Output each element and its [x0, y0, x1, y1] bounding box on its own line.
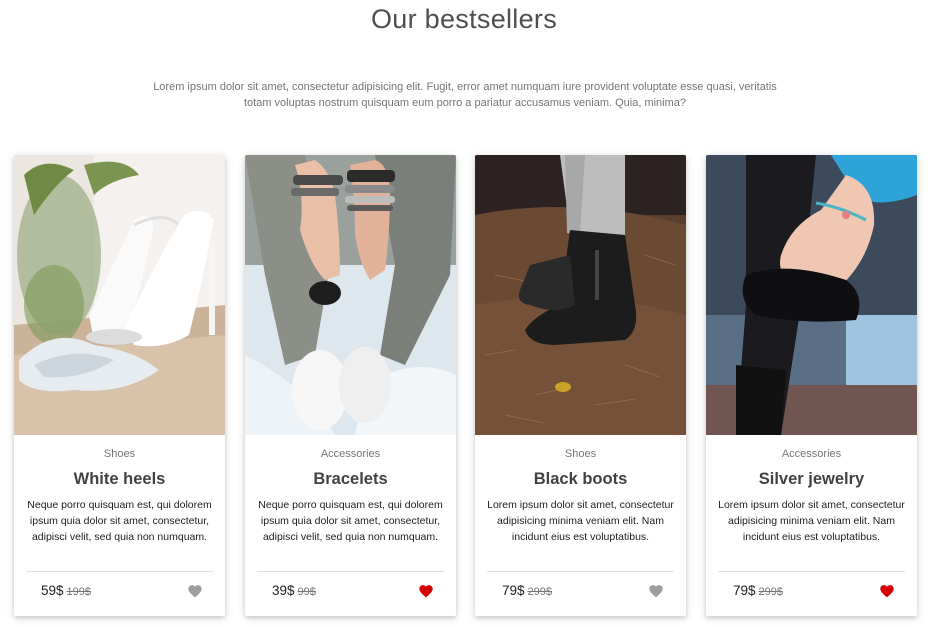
current-price: 39$ — [272, 583, 295, 598]
card-body: Shoes Black boots Lorem ipsum dolor sit … — [475, 435, 686, 616]
price: 79$ 299$ — [733, 583, 783, 598]
current-price: 79$ — [502, 583, 525, 598]
card-footer: 59$ 199$ — [26, 571, 213, 611]
product-description: Neque porro quisquam est, qui dolorem ip… — [258, 499, 443, 543]
product-category: Shoes — [103, 448, 136, 460]
section-lead: Lorem ipsum dolor sit amet, consectetur … — [153, 81, 777, 109]
price: 79$ 299$ — [502, 583, 552, 598]
product-card[interactable]: Shoes Black boots Lorem ipsum dolor sit … — [475, 155, 686, 616]
old-price: 199$ — [66, 586, 92, 598]
card-body: Shoes White heels Neque porro quisquam e… — [14, 435, 225, 616]
product-title[interactable]: White heels — [14, 470, 225, 489]
product-description: Lorem ipsum dolor sit amet, consectetur … — [487, 499, 674, 543]
old-price: 299$ — [758, 586, 784, 598]
product-title[interactable]: Bracelets — [245, 470, 456, 489]
heart-icon[interactable] — [648, 583, 664, 598]
product-cards: Shoes White heels Neque porro quisquam e… — [14, 155, 918, 617]
current-price: 59$ — [41, 583, 64, 598]
product-image-bracelets[interactable] — [245, 155, 456, 435]
product-category: Accessories — [320, 448, 381, 460]
product-image-black-boots[interactable] — [475, 155, 686, 435]
product-description: Lorem ipsum dolor sit amet, consectetur … — [718, 499, 905, 543]
heart-icon[interactable] — [418, 583, 434, 598]
current-price: 79$ — [733, 583, 756, 598]
old-price: 99$ — [297, 586, 316, 598]
product-title[interactable]: Silver jewelry — [706, 470, 917, 489]
price: 39$ 99$ — [272, 583, 316, 598]
section-title: Our bestsellers — [370, 4, 558, 34]
product-card[interactable]: Accessories Bracelets Neque porro quisqu… — [245, 155, 456, 616]
product-title[interactable]: Black boots — [475, 470, 686, 489]
old-price: 299$ — [527, 586, 553, 598]
product-card[interactable]: Accessories Silver jewelry Lorem ipsum d… — [706, 155, 917, 616]
card-body: Accessories Bracelets Neque porro quisqu… — [245, 435, 456, 616]
heart-icon[interactable] — [879, 583, 895, 598]
card-footer: 79$ 299$ — [718, 571, 905, 611]
product-card[interactable]: Shoes White heels Neque porro quisquam e… — [14, 155, 225, 616]
product-image-silver-jewelry[interactable] — [706, 155, 917, 435]
card-footer: 79$ 299$ — [487, 571, 674, 611]
heart-icon[interactable] — [187, 583, 203, 598]
card-footer: 39$ 99$ — [257, 571, 444, 611]
price: 59$ 199$ — [41, 583, 91, 598]
product-category: Shoes — [564, 448, 597, 460]
product-description: Neque porro quisquam est, qui dolorem ip… — [27, 499, 212, 543]
card-body: Accessories Silver jewelry Lorem ipsum d… — [706, 435, 917, 616]
product-image-white-heels[interactable] — [14, 155, 225, 435]
product-category: Accessories — [781, 448, 842, 460]
